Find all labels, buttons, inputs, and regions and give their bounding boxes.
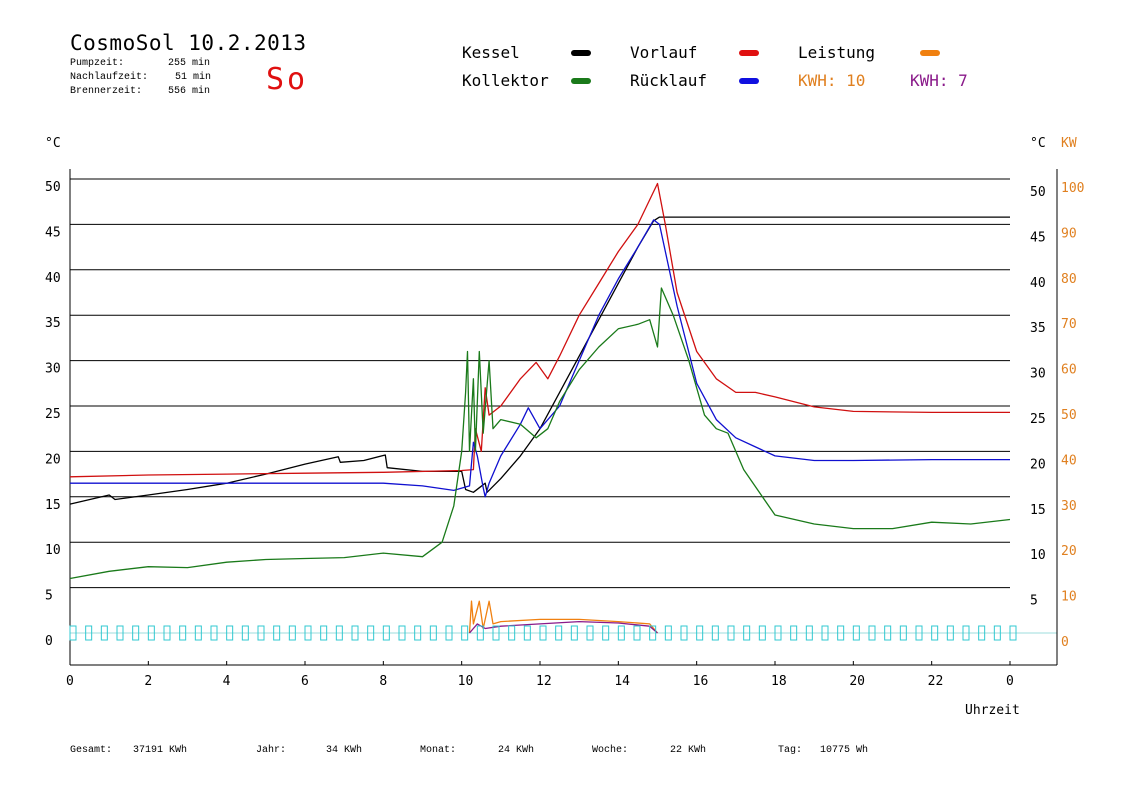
footer-woche-label: Woche: <box>592 745 629 756</box>
power-tick-label-0: 0 <box>1061 635 1069 650</box>
x-tick-label-2: 2 <box>144 674 152 689</box>
y-tick-label-0: 0 <box>45 634 53 649</box>
temperature-chart: 0510152025303540455051015202530354045500… <box>45 136 1084 718</box>
power-tick-label-50: 50 <box>1061 408 1077 423</box>
series-line-ruecklauf <box>70 219 1010 498</box>
y-right-tick-label-20: 20 <box>1030 457 1046 472</box>
y-tick-label-35: 35 <box>45 316 61 331</box>
footer-jahr-label: Jahr: <box>256 745 287 756</box>
axes <box>69 169 1058 666</box>
x-axis-title: Uhrzeit <box>965 703 1020 718</box>
x-tick-label-8: 8 <box>379 674 387 689</box>
grid-lines <box>70 178 1057 634</box>
footer-tag-label: Tag: <box>778 745 803 756</box>
y-right-tick-label-25: 25 <box>1030 412 1046 427</box>
y-tick-label-5: 5 <box>45 589 53 604</box>
y-tick-label-10: 10 <box>45 543 61 558</box>
y-right-tick-label-45: 45 <box>1030 230 1046 245</box>
x-tick-label-18: 18 <box>771 674 787 689</box>
y-right-tick-label-35: 35 <box>1030 321 1046 336</box>
y-right-tick-label-40: 40 <box>1030 276 1046 291</box>
right-power-unit: KW <box>1061 136 1077 151</box>
x-tick-label-24: 0 <box>1006 674 1014 689</box>
y-tick-label-50: 50 <box>45 180 61 195</box>
x-tick-label-4: 4 <box>223 674 231 689</box>
footer-gesamt-value: 37191 KWh <box>133 745 188 756</box>
footer-monat-value: 24 KWh <box>498 745 535 756</box>
y-right-tick-label-30: 30 <box>1030 367 1046 382</box>
y-right-tick-label-15: 15 <box>1030 503 1046 518</box>
x-tick-label-22: 22 <box>928 674 944 689</box>
series-line-kwh2 <box>469 620 658 634</box>
x-tick-label-14: 14 <box>614 674 630 689</box>
series-line-vorlauf <box>69 182 1010 478</box>
series-line-leistung <box>468 600 658 634</box>
x-tick-label-20: 20 <box>849 674 865 689</box>
footer-jahr-value: 34 KWh <box>326 745 363 756</box>
right-axis-unit: °C <box>1030 136 1046 151</box>
y-tick-label-25: 25 <box>45 407 61 422</box>
x-tick-label-0: 0 <box>66 674 74 689</box>
y-right-tick-label-5: 5 <box>1030 594 1038 609</box>
x-tick-label-16: 16 <box>693 674 709 689</box>
x-tick-label-10: 10 <box>458 674 474 689</box>
series-line-kollektor <box>69 287 1011 580</box>
footer-tag-value: 10775 Wh <box>820 745 869 756</box>
power-tick-label-100: 100 <box>1061 181 1084 196</box>
x-tick-label-12: 12 <box>536 674 552 689</box>
power-tick-label-20: 20 <box>1061 544 1077 559</box>
x-tick-label-6: 6 <box>301 674 309 689</box>
y-tick-label-40: 40 <box>45 271 61 286</box>
left-axis-unit: °C <box>45 136 61 151</box>
y-tick-label-20: 20 <box>45 452 61 467</box>
y-tick-label-15: 15 <box>45 498 61 513</box>
power-tick-label-40: 40 <box>1061 453 1077 468</box>
series-lines <box>69 182 1011 634</box>
y-right-tick-label-10: 10 <box>1030 548 1046 563</box>
footer-woche-value: 22 KWh <box>670 745 707 756</box>
power-tick-label-10: 10 <box>1061 590 1077 605</box>
power-tick-label-90: 90 <box>1061 226 1077 241</box>
y-tick-label-30: 30 <box>45 362 61 377</box>
footer-monat-label: Monat: <box>420 745 457 756</box>
power-tick-label-60: 60 <box>1061 363 1077 378</box>
power-tick-label-30: 30 <box>1061 499 1077 514</box>
footer-gesamt-label: Gesamt: <box>70 745 113 756</box>
power-tick-label-80: 80 <box>1061 272 1077 287</box>
y-tick-label-45: 45 <box>45 225 61 240</box>
power-tick-label-70: 70 <box>1061 317 1077 332</box>
y-right-tick-label-50: 50 <box>1030 185 1046 200</box>
tick-labels: 0510152025303540455051015202530354045500… <box>45 180 1084 689</box>
